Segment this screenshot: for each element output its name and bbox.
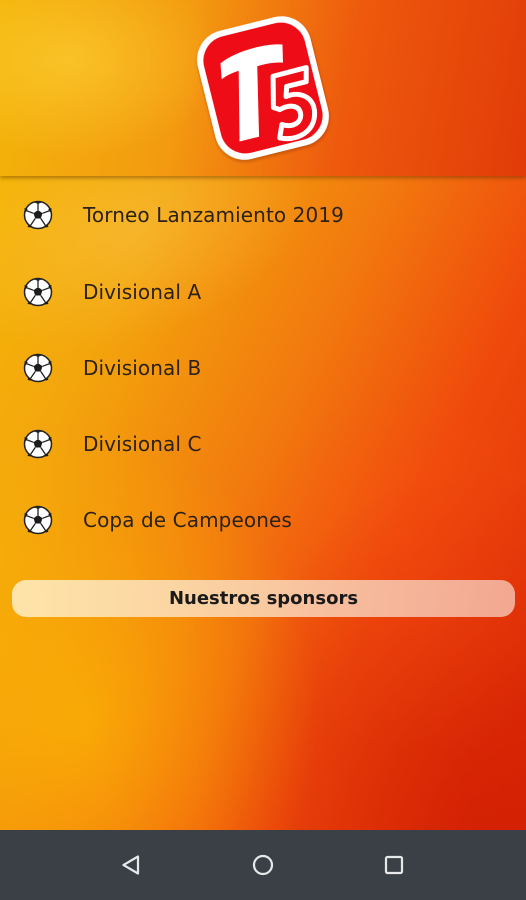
menu-item-label: Divisional C	[83, 432, 202, 456]
menu-item-copa-de-campeones[interactable]: Copa de Campeones	[0, 482, 526, 558]
app-screen: Torneo Lanzamiento 2019 Divisional A Div…	[0, 0, 526, 830]
recents-square-icon	[384, 855, 404, 875]
menu-item-divisional-b[interactable]: Divisional B	[0, 330, 526, 406]
t5-logo	[197, 16, 329, 160]
menu-list: Torneo Lanzamiento 2019 Divisional A Div…	[0, 176, 526, 558]
back-triangle-icon	[122, 855, 140, 875]
menu-item-divisional-c[interactable]: Divisional C	[0, 406, 526, 482]
home-circle-icon	[252, 854, 274, 876]
nav-back-button[interactable]	[113, 847, 149, 883]
menu-item-label: Divisional A	[83, 280, 202, 304]
soccer-ball-icon	[23, 505, 53, 535]
menu-item-label: Torneo Lanzamiento 2019	[83, 203, 344, 227]
menu-item-torneo-lanzamiento[interactable]: Torneo Lanzamiento 2019	[0, 176, 526, 254]
soccer-ball-icon	[23, 353, 53, 383]
nav-home-button[interactable]	[245, 847, 281, 883]
soccer-ball-icon	[23, 277, 53, 307]
menu-item-label: Divisional B	[83, 356, 202, 380]
menu-item-divisional-a[interactable]: Divisional A	[0, 254, 526, 330]
soccer-ball-icon	[23, 429, 53, 459]
app-header	[0, 0, 526, 176]
sponsors-label: Nuestros sponsors	[168, 588, 359, 609]
sponsors-button[interactable]: Nuestros sponsors	[12, 580, 515, 617]
soccer-ball-icon	[23, 200, 53, 230]
menu-item-label: Copa de Campeones	[83, 508, 292, 532]
system-navigation-bar	[0, 830, 526, 900]
nav-recents-button[interactable]	[376, 847, 412, 883]
